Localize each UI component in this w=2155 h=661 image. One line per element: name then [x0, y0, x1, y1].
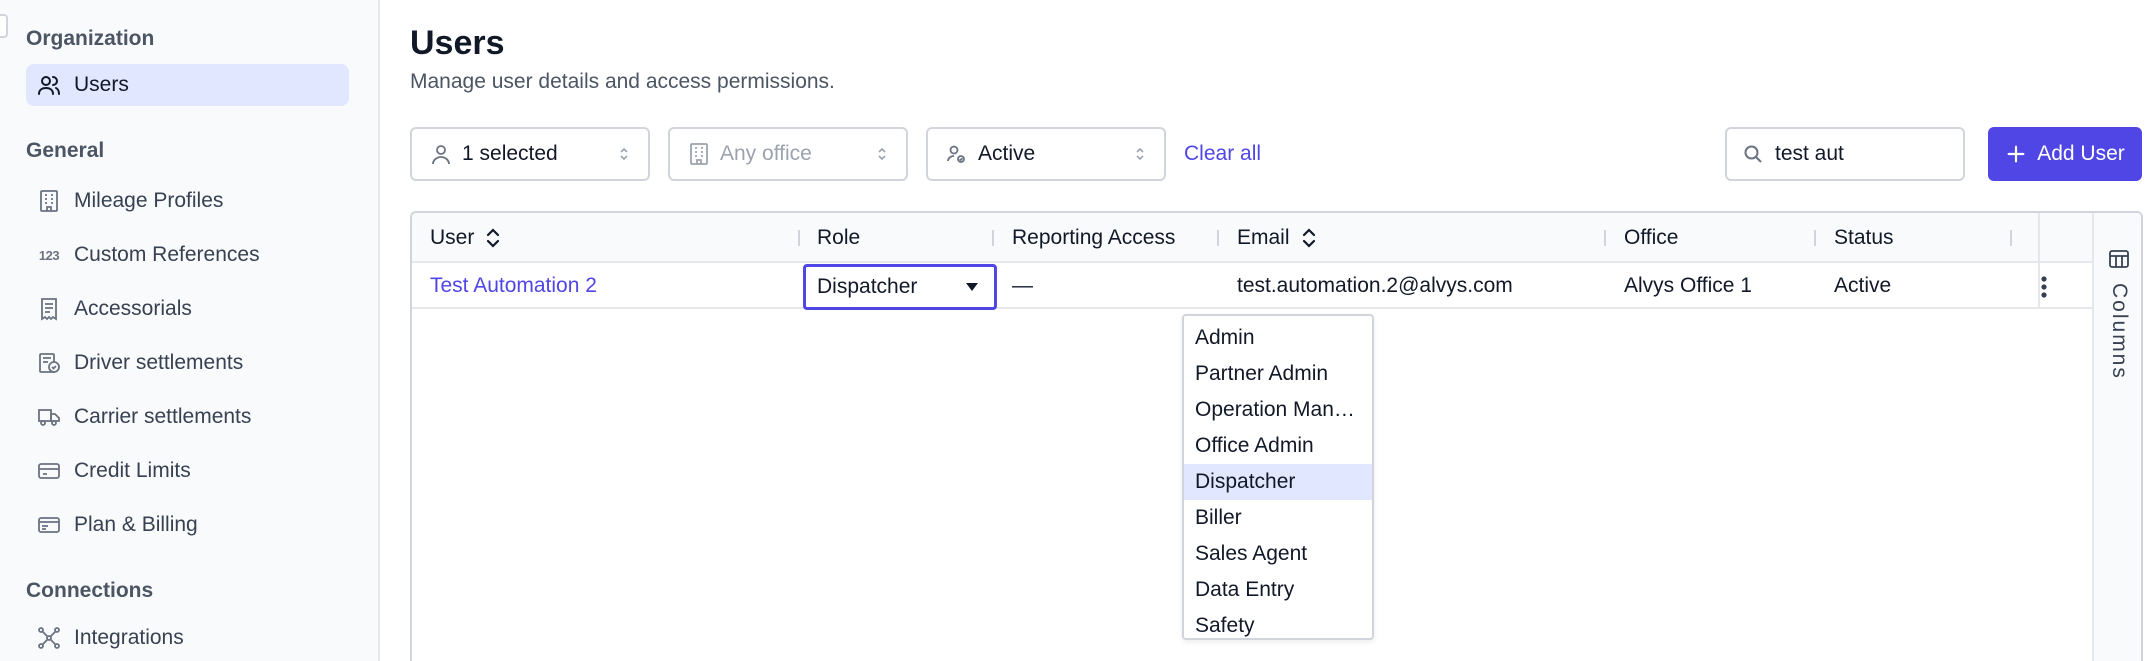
user-icon [428, 141, 454, 167]
sidebar-item-label: Credit Limits [74, 459, 191, 482]
sidebar-item-label: Driver settlements [74, 351, 244, 374]
plus-icon [2007, 145, 2025, 163]
billing-card-icon [36, 512, 62, 538]
column-header-status[interactable]: Status [1834, 213, 1894, 263]
add-user-label: Add User [2037, 142, 2125, 165]
sidebar-item-plan-billing[interactable]: Plan & Billing [26, 504, 349, 546]
sidebar: Organization Users General Mileage Profi… [0, 0, 380, 661]
sidebar-item-label: Plan & Billing [74, 513, 198, 536]
sidebar-heading-organization: Organization [26, 27, 155, 50]
role-option-office-admin[interactable]: Office Admin [1184, 428, 1372, 464]
office-filter-select[interactable]: Any office [668, 127, 908, 181]
sidebar-item-accessorials[interactable]: Accessorials [26, 288, 349, 330]
column-header-user[interactable]: User [430, 213, 500, 263]
user-filter-value: 1 selected [462, 142, 558, 165]
sidebar-item-driver-settlements[interactable]: Driver settlements [26, 342, 349, 384]
actions-column-divider [2038, 213, 2040, 309]
email-cell: test.automation.2@alvys.com [1237, 274, 1513, 297]
chevron-up-down-icon [872, 145, 892, 163]
receipt-icon [36, 296, 62, 322]
user-name-link[interactable]: Test Automation 2 [430, 263, 597, 309]
column-header-email[interactable]: Email [1237, 213, 1316, 263]
users-icon [36, 72, 62, 98]
sidebar-heading-general: General [26, 139, 105, 162]
office-cell: Alvys Office 1 [1624, 274, 1752, 297]
table-row: Test Automation 2 — test.automation.2@al… [412, 263, 2092, 309]
sidebar-item-label: Users [74, 73, 129, 96]
role-select[interactable]: Dispatcher [803, 264, 997, 310]
search-box [1725, 127, 1965, 181]
reporting-access-cell: — [1012, 274, 1033, 297]
role-option-data-entry[interactable]: Data Entry [1184, 572, 1372, 608]
column-resize-handle[interactable] [992, 230, 994, 246]
main-content: Users Manage user details and access per… [382, 0, 2155, 661]
add-user-button[interactable]: Add User [1988, 127, 2142, 181]
table-columns-icon [2109, 250, 2129, 268]
role-dropdown-menu: Admin Partner Admin Operation Man… Offic… [1182, 314, 1374, 640]
integrations-icon [36, 625, 62, 651]
sidebar-item-integrations[interactable]: Integrations [26, 617, 349, 659]
more-actions-icon[interactable] [2029, 272, 2059, 302]
clear-all-link[interactable]: Clear all [1184, 142, 1261, 166]
caret-down-icon [966, 283, 978, 291]
sidebar-collapse-tab[interactable] [0, 14, 8, 38]
column-header-reporting-access[interactable]: Reporting Access [1012, 213, 1175, 263]
sidebar-item-label: Custom References [74, 243, 260, 266]
page-title: Users [410, 24, 505, 62]
columns-panel-toggle[interactable]: Columns [2092, 213, 2141, 661]
role-select-value: Dispatcher [817, 275, 918, 298]
role-option-partner-admin[interactable]: Partner Admin [1184, 356, 1372, 392]
sidebar-item-label: Mileage Profiles [74, 189, 224, 212]
role-option-admin[interactable]: Admin [1184, 320, 1372, 356]
chevron-up-down-icon [614, 145, 634, 163]
role-option-sales-agent[interactable]: Sales Agent [1184, 536, 1372, 572]
search-input[interactable] [1775, 142, 1955, 166]
column-resize-handle[interactable] [1604, 230, 1606, 246]
column-resize-handle[interactable] [2010, 230, 2012, 246]
user-filter-select[interactable]: 1 selected [410, 127, 650, 181]
column-resize-handle[interactable] [1814, 230, 1816, 246]
sidebar-item-carrier-settlements[interactable]: Carrier settlements [26, 396, 349, 438]
credit-card-icon [36, 458, 62, 484]
sidebar-item-label: Integrations [74, 626, 184, 649]
sidebar-item-custom-references[interactable]: 123 Custom References [26, 234, 349, 276]
role-option-biller[interactable]: Biller [1184, 500, 1372, 536]
sidebar-item-credit-limits[interactable]: Credit Limits [26, 450, 349, 492]
role-option-operation-manager[interactable]: Operation Man… [1184, 392, 1372, 428]
column-resize-handle[interactable] [1217, 230, 1219, 246]
sort-icon [1302, 228, 1315, 248]
building-icon [36, 188, 62, 214]
user-status-icon [944, 141, 970, 167]
sort-icon [487, 228, 500, 248]
sidebar-item-label: Accessorials [74, 297, 192, 320]
table-header: User Role Reporting Access Email Office [412, 213, 2092, 263]
search-icon [1744, 145, 1762, 163]
status-filter-select[interactable]: Active [926, 127, 1166, 181]
status-cell: Active [1834, 274, 1892, 297]
sidebar-heading-connections: Connections [26, 579, 154, 602]
truck-icon [36, 404, 62, 430]
numbers-123-icon: 123 [38, 247, 60, 263]
chevron-up-down-icon [1130, 145, 1150, 163]
office-filter-placeholder: Any office [720, 142, 812, 165]
sidebar-item-label: Carrier settlements [74, 405, 252, 428]
column-header-office[interactable]: Office [1624, 213, 1678, 263]
page-subtitle: Manage user details and access permissio… [410, 70, 835, 93]
sidebar-item-mileage-profiles[interactable]: Mileage Profiles [26, 180, 349, 222]
office-building-icon [686, 141, 712, 167]
role-option-dispatcher[interactable]: Dispatcher [1184, 464, 1372, 500]
sidebar-item-users[interactable]: Users [26, 64, 349, 106]
columns-panel-label: Columns [2108, 283, 2131, 380]
status-filter-value: Active [978, 142, 1036, 165]
column-header-role[interactable]: Role [817, 213, 860, 263]
settlement-icon [36, 350, 62, 376]
role-option-safety[interactable]: Safety [1184, 608, 1372, 644]
column-resize-handle[interactable] [798, 230, 800, 246]
